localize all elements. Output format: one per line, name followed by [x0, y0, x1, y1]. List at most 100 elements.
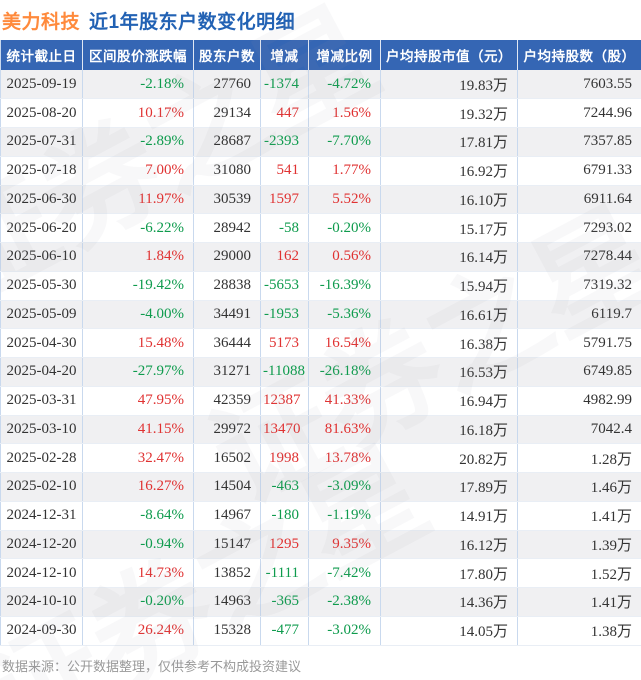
table-row: 2025-05-30 -19.42% 28838 -5653 -16.39% 15.94万… — [0, 271, 641, 301]
table-row: 2025-08-20 10.17% 29134 447 1.56% 19.32万 7244.… — [0, 98, 641, 128]
table-row: 2025-03-31 47.95% 42359 12387 41.33% 16.94万 49… — [0, 386, 641, 416]
cell-holders: 30539 — [193, 185, 261, 215]
cell-price-change: -0.20% — [82, 587, 194, 617]
table-row: 2025-05-09 -4.00% 34491 -1953 -5.36% 16.61万 61… — [0, 300, 641, 330]
cell-date: 2024-12-10 — [0, 558, 83, 588]
cell-avg-shares: 6119.7 — [517, 300, 641, 330]
cell-avg-value: 16.94万 — [380, 386, 518, 416]
cell-avg-value: 14.36万 — [380, 587, 518, 617]
cell-delta-pct: 1.77% — [308, 156, 381, 186]
cell-avg-value: 20.82万 — [380, 443, 518, 473]
cell-holders: 15328 — [193, 616, 261, 646]
cell-avg-shares: 6749.85 — [517, 357, 641, 387]
cell-holders: 28838 — [193, 271, 261, 301]
page-title: 近1年股东户数变化明细 — [89, 11, 296, 33]
cell-delta: -463 — [260, 472, 309, 502]
cell-price-change: 16.27% — [82, 472, 194, 502]
cell-date: 2025-06-10 — [0, 242, 83, 272]
cell-date: 2024-09-30 — [0, 616, 83, 646]
cell-avg-shares: 1.41万 — [517, 501, 641, 531]
cell-price-change: -27.97% — [82, 357, 194, 387]
cell-avg-shares: 4982.99 — [517, 386, 641, 416]
cell-delta-pct: -3.02% — [308, 616, 381, 646]
cell-price-change: 47.95% — [82, 386, 194, 416]
cell-delta-pct: -7.42% — [308, 558, 381, 588]
cell-avg-shares: 1.52万 — [517, 558, 641, 588]
cell-date: 2025-07-31 — [0, 127, 83, 157]
cell-avg-value: 15.94万 — [380, 271, 518, 301]
header-row: 统计截止日 区间股价涨跌幅 股东户数 增减 增减比例 户均持股市值（元） 户均持… — [0, 40, 641, 70]
cell-delta-pct: 81.63% — [308, 415, 381, 445]
table-header: 统计截止日 区间股价涨跌幅 股东户数 增减 增减比例 户均持股市值（元） 户均持… — [0, 40, 641, 70]
cell-avg-value: 16.10万 — [380, 185, 518, 215]
cell-holders: 14504 — [193, 472, 261, 502]
cell-holders: 15147 — [193, 530, 261, 560]
cell-avg-shares: 1.41万 — [517, 587, 641, 617]
cell-avg-value: 16.61万 — [380, 300, 518, 330]
cell-avg-shares: 7357.85 — [517, 127, 641, 157]
cell-price-change: -8.64% — [82, 501, 194, 531]
cell-delta: 1295 — [260, 530, 309, 560]
cell-delta: -477 — [260, 616, 309, 646]
cell-price-change: 41.15% — [82, 415, 194, 445]
cell-holders: 34491 — [193, 300, 261, 330]
col-header-holders: 股东户数 — [193, 40, 261, 70]
cell-price-change: -19.42% — [82, 271, 194, 301]
cell-delta: 12387 — [260, 386, 309, 416]
cell-holders: 29134 — [193, 98, 261, 128]
cell-avg-value: 16.53万 — [380, 357, 518, 387]
cell-avg-value: 17.89万 — [380, 472, 518, 502]
cell-delta-pct: 0.56% — [308, 242, 381, 272]
cell-date: 2025-05-30 — [0, 271, 83, 301]
cell-holders: 14963 — [193, 587, 261, 617]
cell-holders: 28942 — [193, 213, 261, 243]
cell-holders: 42359 — [193, 386, 261, 416]
cell-delta-pct: 16.54% — [308, 328, 381, 358]
cell-avg-value: 15.17万 — [380, 213, 518, 243]
cell-date: 2024-10-10 — [0, 587, 83, 617]
cell-date: 2025-07-18 — [0, 156, 83, 186]
cell-date: 2024-12-20 — [0, 530, 83, 560]
cell-delta: 1597 — [260, 185, 309, 215]
cell-delta-pct: 41.33% — [308, 386, 381, 416]
cell-avg-shares: 7293.02 — [517, 213, 641, 243]
cell-avg-shares: 1.39万 — [517, 530, 641, 560]
cell-avg-value: 17.81万 — [380, 127, 518, 157]
cell-avg-shares: 5791.75 — [517, 328, 641, 358]
cell-delta: -11088 — [260, 357, 309, 387]
cell-delta: -180 — [260, 501, 309, 531]
cell-date: 2025-04-20 — [0, 357, 83, 387]
cell-holders: 29000 — [193, 242, 261, 272]
table-row: 2024-12-10 14.73% 13852 -1111 -7.42% 17.80万 1.… — [0, 558, 641, 588]
cell-delta: -1111 — [260, 558, 309, 588]
cell-price-change: 10.17% — [82, 98, 194, 128]
cell-avg-shares: 7603.55 — [517, 70, 641, 100]
cell-delta: 5173 — [260, 328, 309, 358]
cell-avg-shares: 6911.64 — [517, 185, 641, 215]
cell-price-change: -6.22% — [82, 213, 194, 243]
cell-price-change: 14.73% — [82, 558, 194, 588]
cell-price-change: 26.24% — [82, 616, 194, 646]
table-row: 2025-09-19 -2.18% 27760 -1374 -4.72% 19.83万 76… — [0, 70, 641, 100]
table-row: 2024-12-31 -8.64% 14967 -180 -1.19% 14.91万 1.4… — [0, 501, 641, 531]
cell-date: 2025-06-30 — [0, 185, 83, 215]
cell-date: 2025-02-28 — [0, 443, 83, 473]
cell-price-change: 15.48% — [82, 328, 194, 358]
cell-avg-shares: 1.28万 — [517, 443, 641, 473]
cell-delta-pct: -2.38% — [308, 587, 381, 617]
page: 美力科技 近1年股东户数变化明细 统计截止日 区间股价涨跌幅 股东户数 增减 增… — [0, 0, 641, 680]
cell-delta: 1998 — [260, 443, 309, 473]
cell-delta: -1374 — [260, 70, 309, 100]
table-row: 2025-06-10 1.84% 29000 162 0.56% 16.14万 7278.4… — [0, 242, 641, 272]
table-row: 2025-06-30 11.97% 30539 1597 5.52% 16.10万 6911… — [0, 185, 641, 215]
cell-avg-value: 16.12万 — [380, 530, 518, 560]
cell-price-change: -2.89% — [82, 127, 194, 157]
cell-delta-pct: 5.52% — [308, 185, 381, 215]
shareholder-table: 统计截止日 区间股价涨跌幅 股东户数 增减 增减比例 户均持股市值（元） 户均持… — [0, 40, 641, 646]
col-header-price-change: 区间股价涨跌幅 — [82, 40, 194, 70]
cell-delta: 447 — [260, 98, 309, 128]
cell-delta: 13470 — [260, 415, 309, 445]
cell-avg-value: 14.91万 — [380, 501, 518, 531]
cell-avg-value: 14.05万 — [380, 616, 518, 646]
cell-avg-shares: 7319.32 — [517, 271, 641, 301]
